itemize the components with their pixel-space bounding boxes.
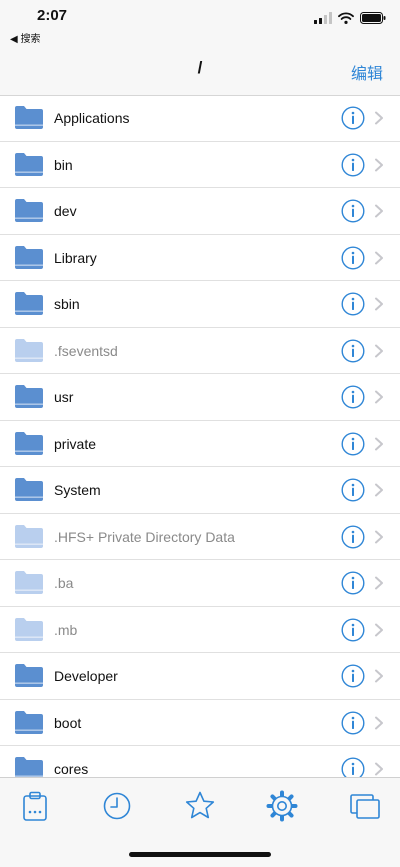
folder-icon (15, 245, 43, 269)
battery-icon (360, 12, 386, 24)
chevron-right-icon (375, 530, 383, 543)
list-item[interactable]: dev (0, 188, 400, 235)
list-item[interactable]: .ba (0, 560, 400, 607)
list-item[interactable]: bin (0, 142, 400, 188)
folder-icon (15, 757, 43, 777)
chevron-right-icon (375, 669, 383, 683)
info-icon[interactable] (341, 571, 365, 595)
info-icon[interactable] (341, 478, 365, 502)
chevron-right-icon (375, 158, 383, 171)
folder-icon (15, 524, 43, 548)
item-name: Library (54, 249, 97, 266)
folder-icon (15, 571, 43, 594)
item-name: bin (54, 156, 73, 173)
item-name: Applications (54, 110, 130, 126)
chevron-right-icon (375, 204, 383, 218)
chevron-right-icon (375, 297, 383, 311)
file-list: Applications bin dev Library sbin .fseventsd u… (0, 95, 400, 777)
info-icon[interactable] (341, 664, 365, 688)
list-item[interactable]: private (0, 421, 400, 467)
info-icon[interactable] (341, 385, 365, 409)
chevron-right-icon (375, 344, 383, 357)
folder-icon (15, 292, 43, 315)
list-item[interactable]: .mb (0, 607, 400, 653)
item-name: .mb (54, 621, 78, 638)
chevron-right-icon (375, 111, 383, 125)
folder-icon (15, 385, 43, 408)
wifi-icon (338, 12, 354, 24)
info-icon[interactable] (341, 338, 365, 363)
info-icon[interactable] (341, 245, 365, 270)
item-name: sbin (54, 296, 80, 312)
item-name: private (54, 435, 97, 452)
list-item[interactable]: usr (0, 374, 400, 421)
status-time: 2:07 (37, 7, 68, 24)
list-item[interactable]: cores (0, 746, 400, 777)
status-icons (314, 12, 386, 24)
folder-icon (15, 338, 43, 362)
info-icon[interactable] (341, 292, 365, 316)
item-name: .fseventsd (54, 342, 118, 359)
folder-icon (15, 152, 43, 176)
folder-icon (15, 478, 43, 501)
info-icon[interactable] (341, 106, 365, 130)
list-item[interactable]: .HFS+ Private Directory Data (0, 514, 400, 560)
item-name: .ba (54, 575, 74, 591)
list-item[interactable]: .fseventsd (0, 328, 400, 374)
list-item[interactable]: Developer (0, 653, 400, 700)
info-icon[interactable] (341, 710, 365, 735)
back-to-search-link[interactable]: ◀ 搜索 (10, 30, 40, 45)
info-icon[interactable] (341, 431, 365, 456)
item-name: usr (54, 389, 74, 405)
list-item[interactable]: Applications (0, 95, 400, 142)
folder-icon (15, 710, 43, 734)
page-title: / (197, 58, 203, 77)
list-item[interactable]: boot (0, 700, 400, 746)
chevron-right-icon (375, 623, 383, 636)
item-name: dev (54, 203, 77, 219)
chevron-right-icon (375, 251, 383, 264)
item-name: .HFS+ Private Directory Data (54, 528, 235, 545)
folder-icon (15, 664, 43, 687)
info-icon[interactable] (341, 524, 365, 549)
folder-icon (15, 431, 43, 455)
info-icon[interactable] (341, 757, 365, 777)
chevron-right-icon (375, 483, 383, 497)
folder-icon (15, 106, 43, 129)
clipboard-icon[interactable] (19, 790, 51, 822)
windows-icon[interactable] (349, 790, 381, 822)
gear-icon[interactable] (266, 790, 298, 822)
item-name: System (54, 482, 101, 498)
star-icon[interactable] (184, 790, 216, 822)
top-bar: 2:07 ◀ 搜索 / 编辑 (0, 0, 400, 96)
list-item[interactable]: sbin (0, 281, 400, 328)
item-name: boot (54, 714, 82, 731)
chevron-right-icon (375, 716, 383, 729)
list-item[interactable]: System (0, 467, 400, 514)
list-item[interactable]: Library (0, 235, 400, 281)
home-indicator (129, 852, 271, 857)
edit-button[interactable]: 编辑 (351, 60, 383, 84)
item-name: cores (54, 761, 89, 777)
item-name: Developer (54, 668, 118, 684)
chevron-right-icon (375, 390, 383, 404)
clock-icon[interactable] (101, 790, 133, 822)
cellular-signal-icon (314, 12, 332, 24)
chevron-right-icon (375, 437, 383, 450)
chevron-right-icon (375, 576, 383, 590)
chevron-right-icon (375, 762, 383, 776)
info-icon[interactable] (341, 152, 365, 177)
info-icon[interactable] (341, 199, 365, 223)
info-icon[interactable] (341, 617, 365, 642)
folder-icon (15, 199, 43, 222)
folder-icon (15, 617, 43, 641)
